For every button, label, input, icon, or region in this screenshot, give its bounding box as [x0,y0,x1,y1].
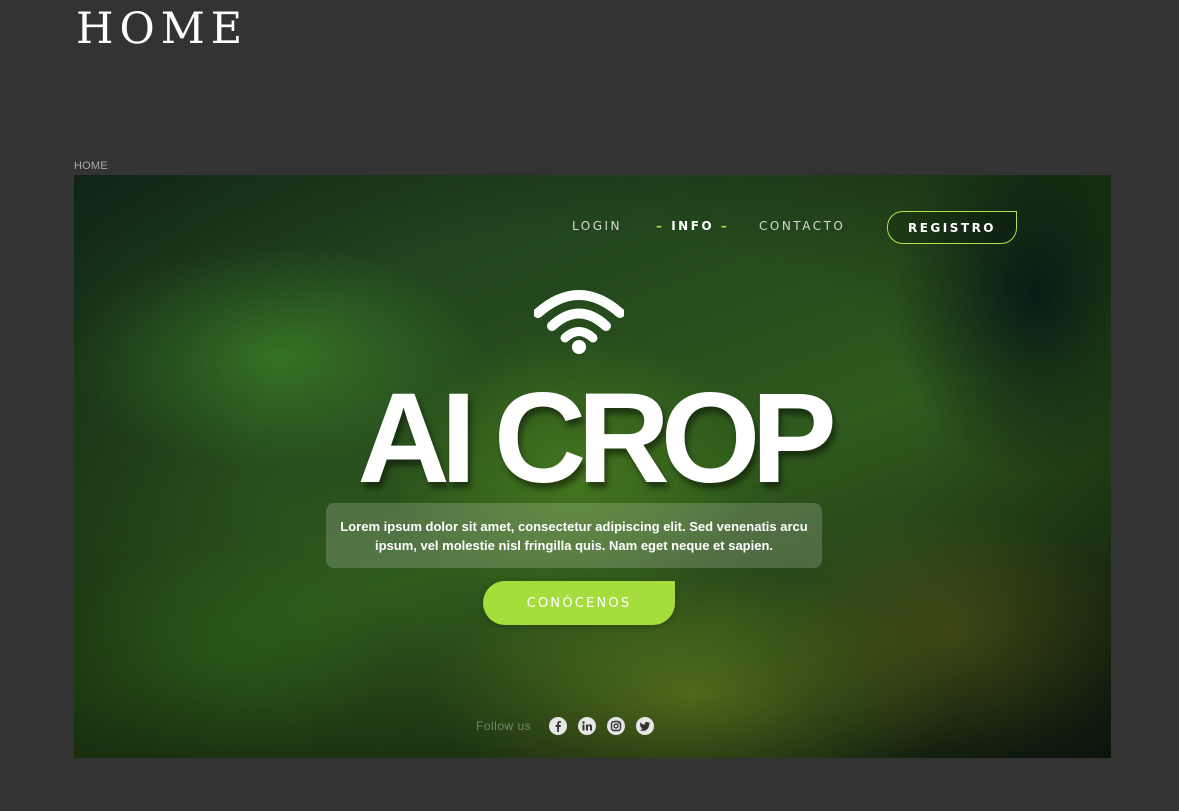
nav-info-link[interactable]: – INFO – [656,219,729,233]
nav-info-dash-left: – [656,219,665,233]
brand-title: AI CROP [357,367,836,510]
instagram-icon[interactable] [607,717,626,735]
page-title: HOME [76,4,249,54]
follow-us-label: Follow us [476,719,532,733]
nav-info-label: INFO [671,219,715,233]
conocenos-button[interactable]: CONÓCENOS [483,581,675,625]
description-box: Lorem ipsum dolor sit amet, consectetur … [326,503,822,568]
frame-label: HOME [74,160,108,172]
facebook-icon[interactable] [549,717,568,735]
top-navigation: LOGIN – INFO – CONTACTO REGISTRO [74,211,1111,245]
twitter-icon[interactable] [636,717,655,735]
nav-login-link[interactable]: LOGIN [572,219,622,233]
wifi-icon [534,290,624,354]
social-links: Follow us [476,715,665,737]
hero-banner: LOGIN – INFO – CONTACTO REGISTRO AI CROP… [74,175,1111,758]
nav-contacto-link[interactable]: CONTACTO [759,219,845,233]
description-text: Lorem ipsum dolor sit amet, consectetur … [340,518,808,553]
register-button[interactable]: REGISTRO [887,211,1017,244]
nav-info-dash-right: – [720,219,730,233]
linkedin-icon[interactable] [578,717,597,735]
